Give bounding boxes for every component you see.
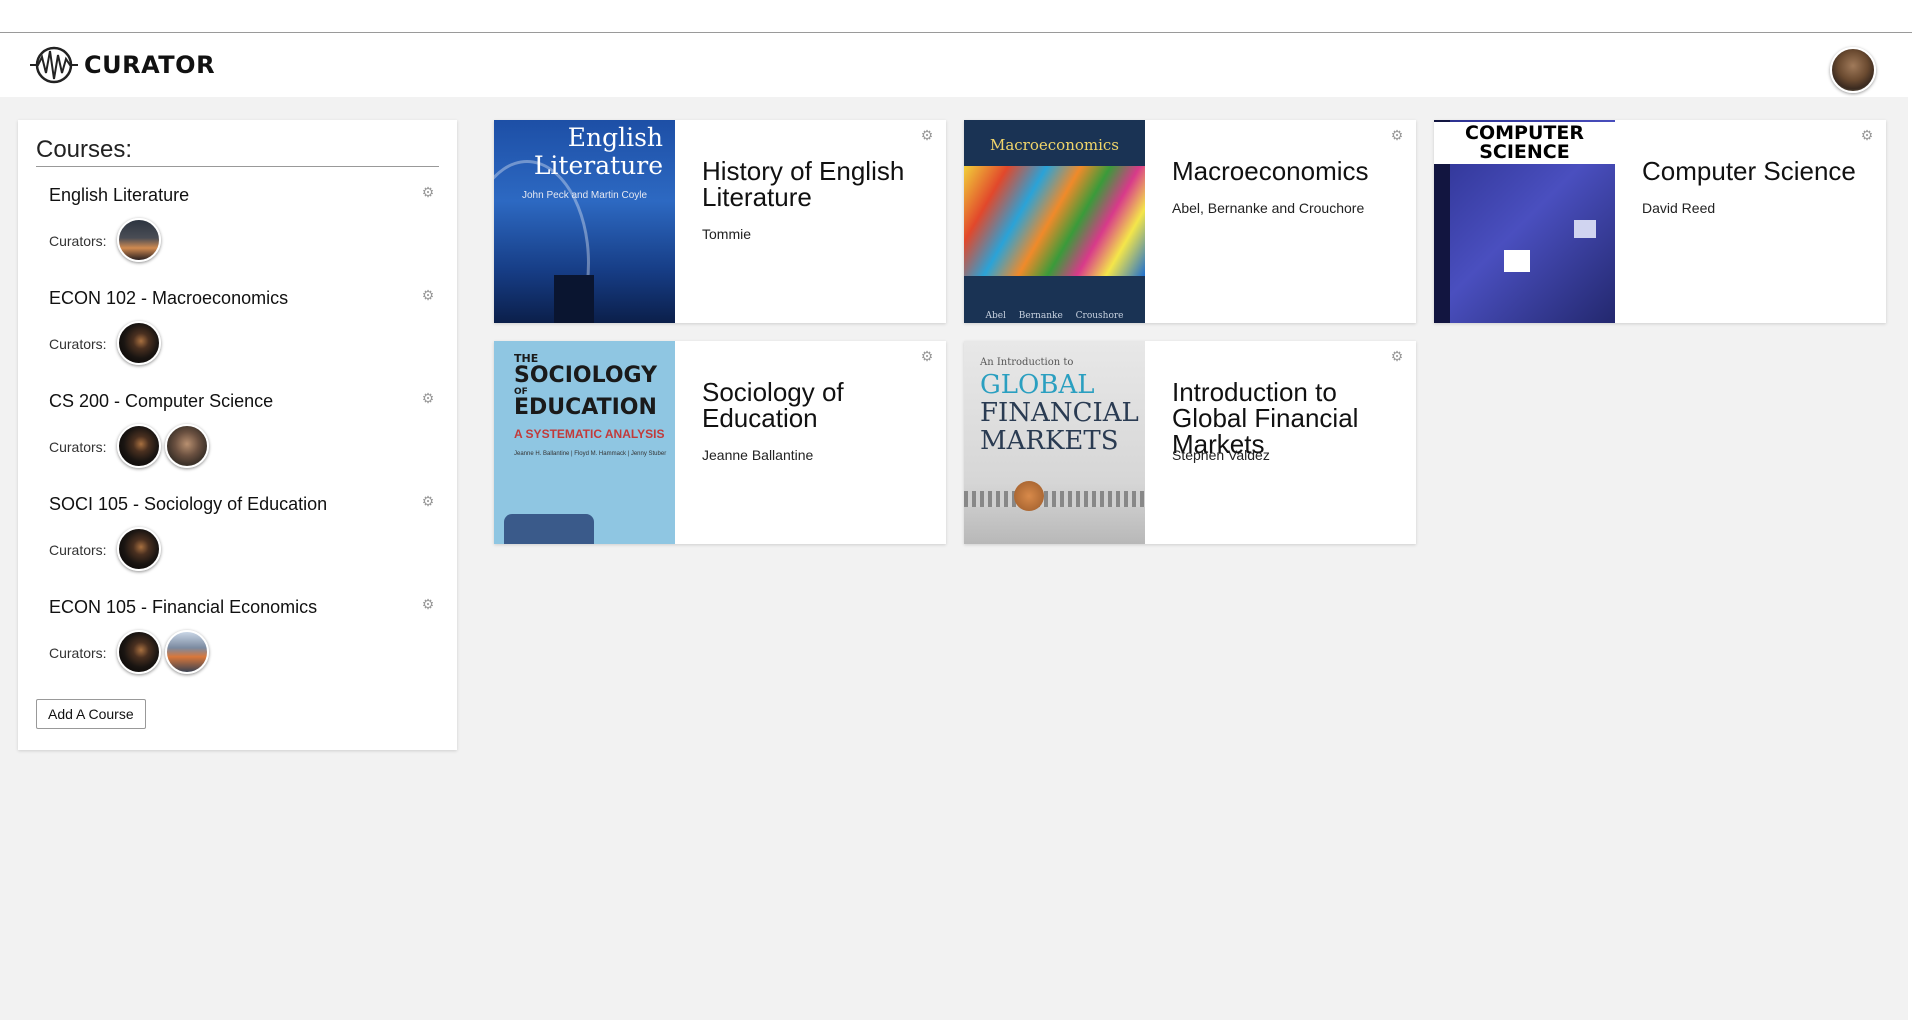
cover-title: FINANCIAL MARKETS (980, 399, 1139, 455)
cover-title-line: English (567, 123, 663, 152)
curators-label: Curators: (49, 233, 107, 249)
book-cover[interactable]: English Literature John Peck and Martin … (494, 120, 675, 323)
sidebar-title: Courses: (36, 136, 439, 167)
card-title[interactable]: Macroeconomics (1172, 158, 1412, 184)
soundwave-logo-icon (30, 46, 78, 84)
curator-avatar[interactable] (165, 424, 209, 468)
cover-title-line: Literature (533, 151, 663, 180)
cover-subtitle: A SYSTEMATIC ANALYSIS (514, 427, 665, 441)
cover-title-line: FINANCIAL (980, 398, 1139, 428)
cover-title: English Literature (534, 124, 663, 180)
brand-logo[interactable]: CURATOR (28, 45, 215, 85)
card-author: Stephen Valdez (1172, 447, 1270, 463)
gear-icon[interactable]: ⚙ (421, 391, 435, 405)
cover-kicker: An Introduction to (980, 357, 1074, 368)
curators-label: Curators: (49, 645, 107, 661)
curator-avatar[interactable] (117, 218, 161, 262)
puzzle-piece-graphic (1574, 220, 1596, 238)
card-title[interactable]: Sociology of Education (702, 379, 942, 431)
right-edge (1908, 97, 1912, 1020)
course-name[interactable]: English Literature (49, 185, 189, 206)
course-name[interactable]: ECON 102 - Macroeconomics (49, 288, 288, 309)
cover-art-band (964, 166, 1145, 276)
gear-icon[interactable]: ⚙ (920, 128, 934, 142)
app-header: CURATOR (0, 33, 1912, 97)
book-cover[interactable]: Macroeconomics Abel Bernanke Croushore (964, 120, 1145, 323)
course-name[interactable]: SOCI 105 - Sociology of Education (49, 494, 327, 515)
curator-avatar[interactable] (117, 630, 161, 674)
courses-sidebar: Courses: English Literature ⚙ Curators: … (18, 120, 457, 750)
gear-icon[interactable]: ⚙ (1390, 349, 1404, 363)
gear-icon[interactable]: ⚙ (1860, 128, 1874, 142)
course-item[interactable]: SOCI 105 - Sociology of Education ⚙ Cura… (49, 494, 439, 594)
course-name[interactable]: CS 200 - Computer Science (49, 391, 273, 412)
puzzle-piece-graphic (1504, 250, 1530, 272)
cover-authors: Abel Bernanke Croushore (985, 311, 1124, 321)
vice-graphic (964, 491, 1145, 507)
cover-title-line: EDUCATION (514, 395, 657, 420)
coin-graphic (1014, 481, 1044, 511)
course-item[interactable]: CS 200 - Computer Science ⚙ Curators: (49, 391, 439, 491)
course-item[interactable]: ECON 105 - Financial Economics ⚙ Curator… (49, 597, 439, 697)
curator-avatar[interactable] (117, 527, 161, 571)
course-card[interactable]: English Literature John Peck and Martin … (494, 120, 946, 323)
brand-name: CURATOR (84, 51, 216, 79)
cover-title-line: SOCIOLOGY (514, 363, 658, 388)
people-graphic (504, 514, 594, 544)
user-avatar[interactable] (1830, 47, 1876, 93)
card-title[interactable]: Computer Science (1642, 158, 1882, 184)
gear-icon[interactable]: ⚙ (1390, 128, 1404, 142)
browser-top-strip (0, 0, 1912, 33)
cover-title-line: MARKETS (980, 426, 1119, 456)
gear-icon[interactable]: ⚙ (421, 597, 435, 611)
cover-authors: Jeanne H. Ballantine | Floyd M. Hammack … (514, 451, 667, 457)
gear-icon[interactable]: ⚙ (920, 349, 934, 363)
course-name[interactable]: ECON 105 - Financial Economics (49, 597, 317, 618)
course-item[interactable]: ECON 102 - Macroeconomics ⚙ Curators: (49, 288, 439, 388)
course-card[interactable]: THE SOCIOLOGY OF EDUCATION A SYSTEMATIC … (494, 341, 946, 544)
course-card[interactable]: An Introduction to GLOBAL FINANCIAL MARK… (964, 341, 1416, 544)
course-card[interactable]: Macroeconomics Abel Bernanke Croushore M… (964, 120, 1416, 323)
card-author: Abel, Bernanke and Crouchore (1172, 200, 1365, 216)
cover-title: COMPUTER SCIENCE (1434, 122, 1615, 164)
curator-avatars (117, 527, 161, 571)
tower-graphic (554, 275, 594, 323)
gear-icon[interactable]: ⚙ (421, 494, 435, 508)
curator-avatars (117, 630, 209, 674)
card-author: Jeanne Ballantine (702, 447, 814, 463)
cover-title-line: SCIENCE (1479, 141, 1570, 163)
cover-title: THE SOCIOLOGY OF EDUCATION (514, 353, 657, 419)
cover-subtitle: John Peck and Martin Coyle (522, 190, 648, 201)
card-author: David Reed (1642, 200, 1716, 216)
course-card[interactable]: COMPUTER SCIENCE Computer Science David … (1434, 120, 1886, 323)
curator-avatar[interactable] (117, 424, 161, 468)
card-author: Tommie (702, 226, 752, 242)
card-title[interactable]: Introduction to Global Financial Markets (1172, 379, 1412, 457)
book-cover[interactable]: COMPUTER SCIENCE (1434, 120, 1615, 323)
curator-avatar[interactable] (165, 630, 209, 674)
book-cover[interactable]: THE SOCIOLOGY OF EDUCATION A SYSTEMATIC … (494, 341, 675, 544)
curator-avatar[interactable] (117, 321, 161, 365)
course-item[interactable]: English Literature ⚙ Curators: (49, 185, 439, 285)
card-title[interactable]: History of English Literature (702, 158, 942, 210)
gear-icon[interactable]: ⚙ (421, 185, 435, 199)
curators-label: Curators: (49, 336, 107, 352)
gear-icon[interactable]: ⚙ (421, 288, 435, 302)
cover-title: Macroeconomics (989, 136, 1120, 154)
curator-avatars (117, 424, 209, 468)
curator-avatars (117, 321, 161, 365)
cover-title-line: GLOBAL (980, 370, 1095, 400)
curators-label: Curators: (49, 542, 107, 558)
curator-avatars (117, 218, 161, 262)
book-cover[interactable]: An Introduction to GLOBAL FINANCIAL MARK… (964, 341, 1145, 544)
curators-label: Curators: (49, 439, 107, 455)
add-course-button[interactable]: Add A Course (36, 699, 146, 729)
